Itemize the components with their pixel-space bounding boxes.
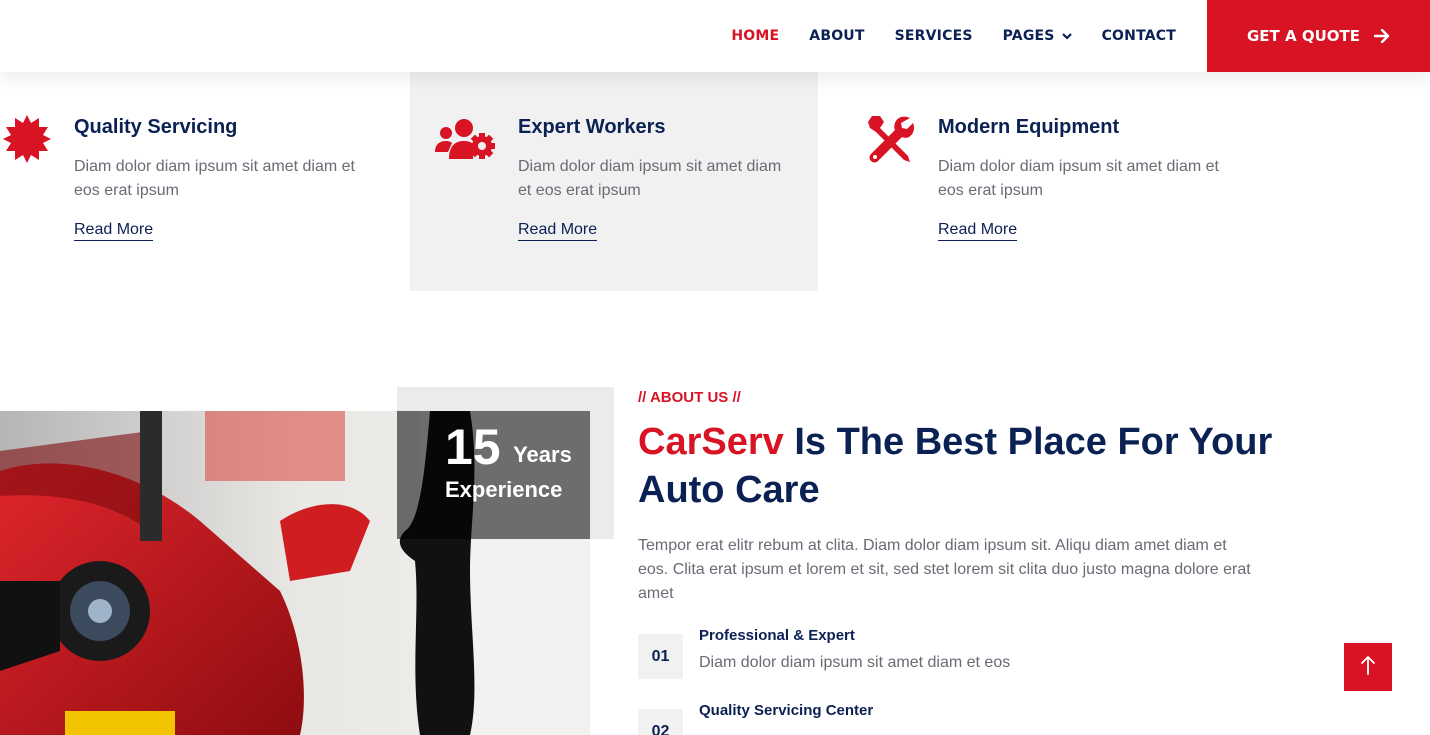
navbar: HOME ABOUT SERVICES PAGES CONTACT GET A …	[0, 0, 1430, 72]
read-more-link[interactable]: Read More	[938, 221, 1018, 241]
nav-services[interactable]: SERVICES	[895, 28, 973, 44]
arrow-right-icon	[1374, 29, 1390, 43]
item-title: Quality Servicing Center	[699, 702, 874, 719]
experience-badge: 15 Years Experience	[397, 411, 590, 539]
tools-icon	[866, 114, 914, 169]
read-more-link[interactable]: Read More	[74, 221, 154, 241]
item-number: 02	[638, 709, 683, 735]
experience-label: Experience	[445, 477, 563, 502]
users-cog-icon	[434, 118, 496, 167]
arrow-up-icon	[1361, 655, 1375, 680]
item-text: Diam dolor diam ipsum sit amet diam et e…	[699, 654, 1011, 671]
about-tag: // ABOUT US //	[638, 389, 741, 406]
nav-about[interactable]: ABOUT	[809, 28, 864, 44]
feature-text: Diam dolor diam ipsum sit amet diam et e…	[74, 158, 355, 199]
nav-pages-label: PAGES	[1002, 28, 1055, 44]
certificate-icon	[2, 114, 52, 169]
read-more-link[interactable]: Read More	[518, 221, 598, 241]
experience-years-label: Years	[513, 442, 572, 467]
item-number: 01	[638, 634, 683, 679]
feature-text: Diam dolor diam ipsum sit amet diam et e…	[938, 158, 1219, 199]
feature-title: Expert Workers	[518, 116, 666, 138]
nav-pages-dropdown[interactable]: PAGES	[1003, 28, 1072, 44]
about-description: Tempor erat elitr rebum at clita. Diam d…	[638, 537, 1251, 602]
get-a-quote-label: GET A QUOTE	[1246, 27, 1360, 45]
feature-title: Modern Equipment	[938, 116, 1120, 138]
about-title: CarServ Is The Best Place For Your Auto …	[638, 418, 1278, 514]
nav-home[interactable]: HOME	[731, 28, 779, 44]
feature-quality-servicing: Quality Servicing Diam dolor diam ipsum …	[0, 72, 410, 291]
chevron-down-icon	[1061, 28, 1072, 44]
feature-modern-equipment: Modern Equipment Diam dolor diam ipsum s…	[818, 72, 1248, 291]
get-a-quote-button[interactable]: GET A QUOTE	[1207, 0, 1430, 72]
experience-number: 15	[445, 419, 501, 475]
nav-links: HOME ABOUT SERVICES PAGES CONTACT	[701, 0, 1176, 72]
about-title-brand: CarServ	[638, 421, 784, 463]
feature-expert-workers: Expert Workers Diam dolor diam ipsum sit…	[410, 72, 818, 291]
nav-contact[interactable]: CONTACT	[1102, 28, 1176, 44]
back-to-top-button[interactable]	[1344, 643, 1392, 691]
item-title: Professional & Expert	[699, 627, 855, 644]
feature-text: Diam dolor diam ipsum sit amet diam et e…	[518, 158, 782, 199]
feature-title: Quality Servicing	[74, 116, 238, 138]
